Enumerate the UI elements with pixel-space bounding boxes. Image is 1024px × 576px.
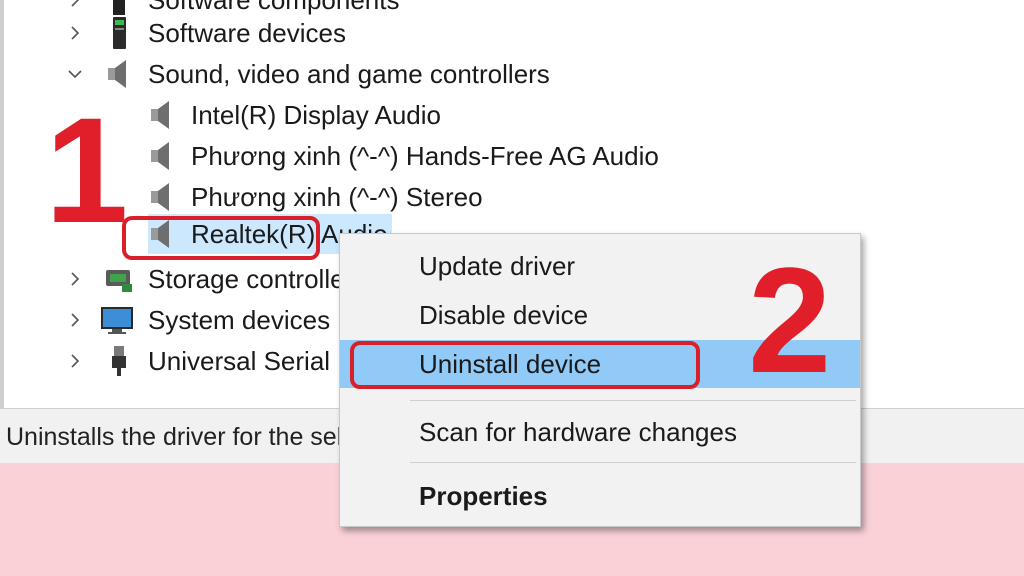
chip-icon [113,0,125,15]
window-border [0,0,4,410]
menu-separator [410,462,856,463]
menu-item-properties[interactable]: Properties [340,472,860,520]
menu-item-label: Properties [419,481,548,511]
annotation-box-uninstall [350,341,700,389]
tree-item-label: System devices [148,305,331,335]
chevron-right-icon[interactable] [60,13,90,53]
menu-item-label: Scan for hardware changes [419,417,737,447]
monitor-icon [101,307,133,334]
chevron-right-icon[interactable] [60,259,90,299]
tree-item-label: Sound, video and game controllers [148,59,550,89]
storage-icon [106,270,132,292]
chip-icon [113,17,126,49]
step-number-2: 2 [748,236,832,404]
tree-item-label: Intel(R) Display Audio [191,100,441,130]
usb-icon [112,346,126,376]
tree-item-label: Storage controllers [148,264,367,294]
speaker-icon [151,142,169,170]
tree-item-label: Phương xinh (^-^) Stereo [191,182,483,212]
chevron-right-icon[interactable] [60,300,90,340]
chevron-right-icon[interactable] [60,341,90,381]
menu-item-label: Update driver [419,251,576,281]
speaker-icon [151,101,169,129]
menu-item-label: Disable device [419,300,589,330]
annotation-box-realtek [122,216,320,260]
speaker-icon [151,183,169,211]
tree-item-label: Software devices [148,18,346,48]
menu-item-scan-hardware[interactable]: Scan for hardware changes [340,408,860,456]
tree-item-label: Phương xinh (^-^) Hands-Free AG Audio [191,141,659,171]
step-number-1: 1 [45,86,129,254]
